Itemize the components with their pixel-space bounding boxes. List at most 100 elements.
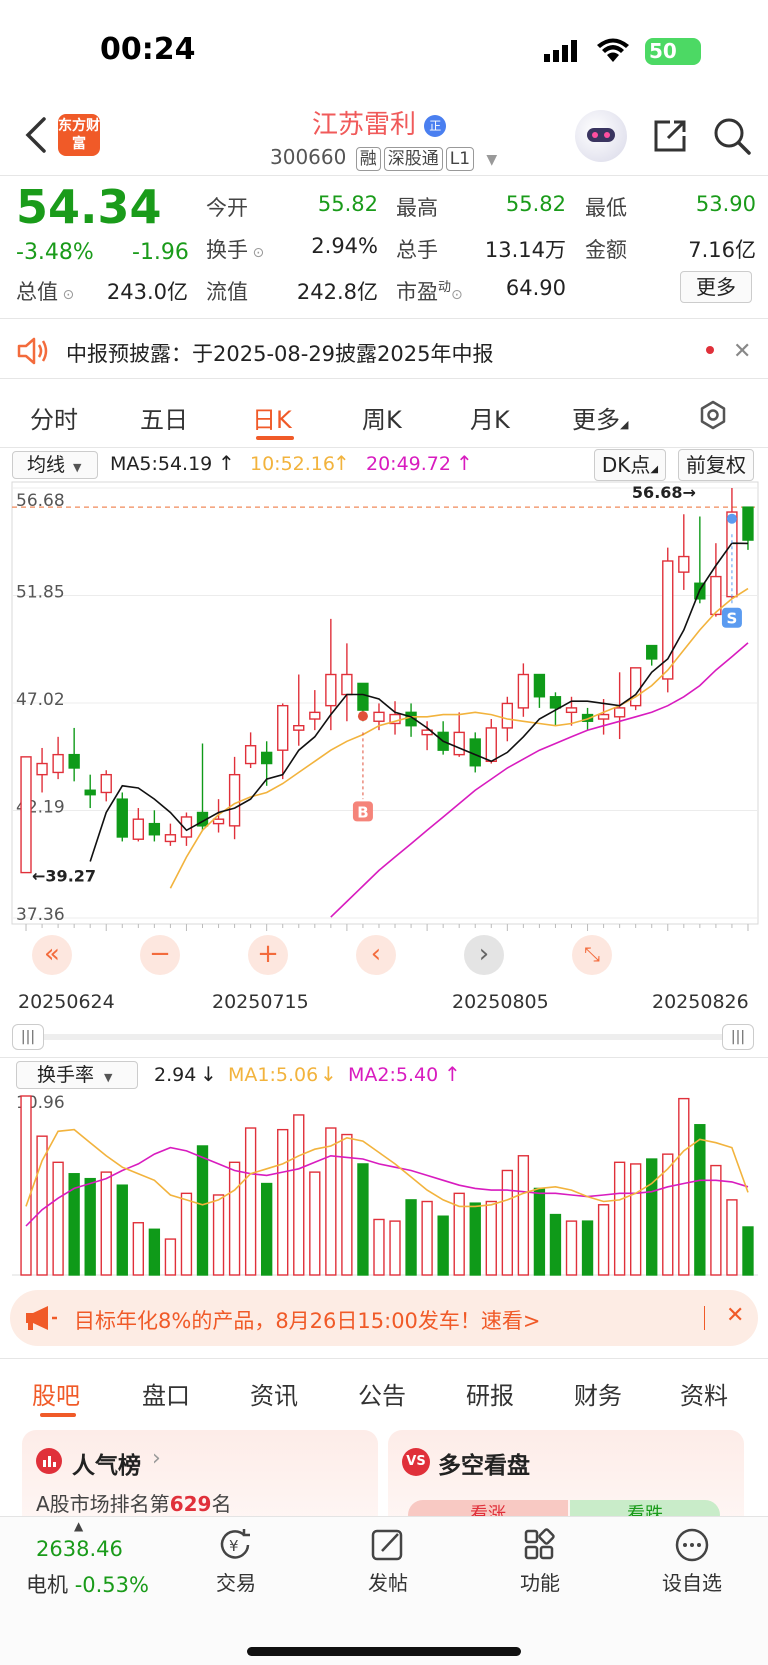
- indicator-select[interactable]: 均线 ▼: [12, 451, 98, 479]
- search-icon[interactable]: [712, 116, 752, 156]
- quote-value-low: 53.90: [695, 192, 756, 216]
- chart-icon: [36, 1448, 62, 1474]
- close-icon[interactable]: ✕: [733, 339, 751, 364]
- turnover-bar: [710, 1164, 722, 1276]
- turnover-bar: [293, 1114, 305, 1276]
- kline-chart[interactable]: 56.6851.8547.0242.1937.3656.68→←39.27BS: [0, 480, 768, 1000]
- notice-text[interactable]: 中报预披露：于2025-08-29披露2025年中报: [66, 338, 493, 368]
- stock-title[interactable]: 江苏雷利 正: [312, 104, 447, 141]
- turnover-bar: [694, 1124, 706, 1276]
- more-button[interactable]: 更多: [680, 271, 752, 303]
- tab-weekly-k[interactable]: 周K: [362, 400, 402, 435]
- expand-icon[interactable]: ⤡: [572, 935, 612, 975]
- info-icon[interactable]: ⊙: [248, 245, 264, 261]
- tab-forum[interactable]: 股吧: [32, 1376, 80, 1411]
- quote-label-high: 最高: [396, 196, 438, 220]
- tab-research[interactable]: 研报: [466, 1376, 514, 1411]
- change-value: -1.96: [132, 240, 189, 265]
- turnover-bar: [132, 1222, 144, 1276]
- nav-functions[interactable]: 功能: [480, 1527, 600, 1596]
- rank-prefix: A股市场排名第: [36, 1492, 170, 1516]
- info-icon[interactable]: ⊙: [58, 287, 74, 303]
- tab-more-label: 更多: [572, 406, 620, 434]
- quote-value-open: 55.82: [317, 192, 378, 216]
- section-tab-active-indicator: [40, 1413, 76, 1417]
- turnover-bar: [341, 1133, 353, 1276]
- robot-avatar-icon[interactable]: [575, 110, 627, 162]
- index-value[interactable]: 2638.46: [36, 1537, 123, 1561]
- rank-value: 629: [169, 1492, 212, 1516]
- candle-body: [630, 667, 642, 707]
- close-icon[interactable]: ✕: [726, 1303, 744, 1328]
- tab-profile[interactable]: 资料: [680, 1376, 728, 1411]
- dropdown-arrow-icon: ▼: [486, 152, 498, 168]
- tab-daily-k[interactable]: 日K: [252, 400, 292, 435]
- share-icon[interactable]: [650, 116, 690, 156]
- info-icon[interactable]: ⊙: [451, 287, 463, 303]
- volume-indicator-select[interactable]: 换手率 ▼: [16, 1061, 138, 1089]
- turnover-bar: [196, 1145, 209, 1276]
- nav-post[interactable]: 发帖: [328, 1527, 448, 1596]
- total-value: 243.0亿: [106, 280, 188, 304]
- range-slider-right-handle[interactable]: |||: [722, 1024, 754, 1050]
- turnover-chart[interactable]: 10.96: [0, 1090, 768, 1280]
- tab-finance[interactable]: 财务: [574, 1376, 622, 1411]
- zoom-in-button[interactable]: +: [248, 935, 288, 975]
- dk-point-button[interactable]: DK点◢: [594, 449, 666, 481]
- bottom-nav: ▲ 2638.46 电机 -0.53% ¥ 交易 发帖 功能 设自选: [0, 1516, 768, 1665]
- popularity-card[interactable]: 人气榜 › A股市场排名第629名: [22, 1430, 378, 1530]
- promo-divider: [704, 1306, 705, 1330]
- promo-banner[interactable]: 目标年化8%的产品，8月26日15:00发车！速看> ✕: [10, 1290, 758, 1346]
- ma5-line: [89, 542, 749, 862]
- rank-suffix: 名: [211, 1492, 232, 1516]
- kline-y-label: 51.85: [16, 583, 65, 603]
- range-slider-track[interactable]: [30, 1034, 730, 1040]
- turnover-bar: [469, 1202, 481, 1276]
- tab-monthly-k[interactable]: 月K: [470, 400, 510, 435]
- total-value-label-text: 总值: [16, 280, 58, 304]
- nav-watchlist[interactable]: 设自选: [632, 1527, 752, 1596]
- tab-news[interactable]: 资讯: [250, 1376, 298, 1411]
- app-logo[interactable]: 东方财富: [58, 114, 100, 156]
- candle-body: [325, 673, 337, 707]
- tab-market[interactable]: 盘口: [142, 1376, 190, 1411]
- turnover-bar: [678, 1097, 690, 1276]
- volume-ma2-legend: MA2:5.40: [348, 1064, 439, 1086]
- nav-trade[interactable]: ¥ 交易: [176, 1527, 296, 1596]
- quote-label-open: 今开: [206, 196, 248, 220]
- stock-code-row[interactable]: 300660 融深股通 L1 ▼: [270, 145, 497, 171]
- scroll-right-icon[interactable]: ›: [464, 935, 504, 975]
- turnover-bar: [389, 1220, 401, 1276]
- tab-announcements[interactable]: 公告: [358, 1376, 406, 1411]
- scroll-left-icon[interactable]: ‹: [356, 935, 396, 975]
- quote-value-turnover: 2.94%: [311, 234, 378, 258]
- turnover-bar: [501, 1169, 513, 1276]
- tab-more[interactable]: 更多◢: [572, 400, 628, 435]
- volume-down-arrow: ↓: [200, 1062, 217, 1086]
- candle-body: [228, 773, 241, 827]
- range-slider-left-handle[interactable]: |||: [12, 1024, 44, 1050]
- current-price: 54.34: [16, 180, 162, 234]
- pe-label-text: 市盈: [396, 280, 438, 304]
- tab-five-day[interactable]: 五日: [140, 400, 188, 435]
- ma20-legend: 20:49.72: [366, 453, 451, 475]
- candle-body: [309, 711, 321, 720]
- zoom-out-button[interactable]: −: [140, 935, 180, 975]
- scroll-left-fast-icon[interactable]: «: [32, 935, 72, 975]
- back-icon[interactable]: [22, 115, 50, 155]
- pe-sup: 动: [438, 280, 452, 295]
- settings-icon[interactable]: [698, 400, 728, 430]
- battery-icon: 50: [645, 38, 701, 65]
- edit-icon: [371, 1529, 403, 1561]
- turnover-bar: [533, 1187, 546, 1276]
- index-name-row[interactable]: 电机 -0.53%: [26, 1569, 149, 1599]
- dropdown-arrow-icon: ▼: [104, 1071, 113, 1084]
- megaphone-icon: [24, 1304, 58, 1332]
- quote-label-turnover: 换手 ⊙: [206, 234, 264, 264]
- tab-intraday[interactable]: 分时: [30, 400, 78, 435]
- adjust-button[interactable]: 前复权: [678, 449, 754, 481]
- turnover-bar: [84, 1177, 96, 1276]
- bull-bear-card[interactable]: VS 多空看盘 看涨 看跌: [388, 1430, 744, 1530]
- candle-body: [132, 818, 144, 840]
- nav-functions-label: 功能: [520, 1571, 560, 1595]
